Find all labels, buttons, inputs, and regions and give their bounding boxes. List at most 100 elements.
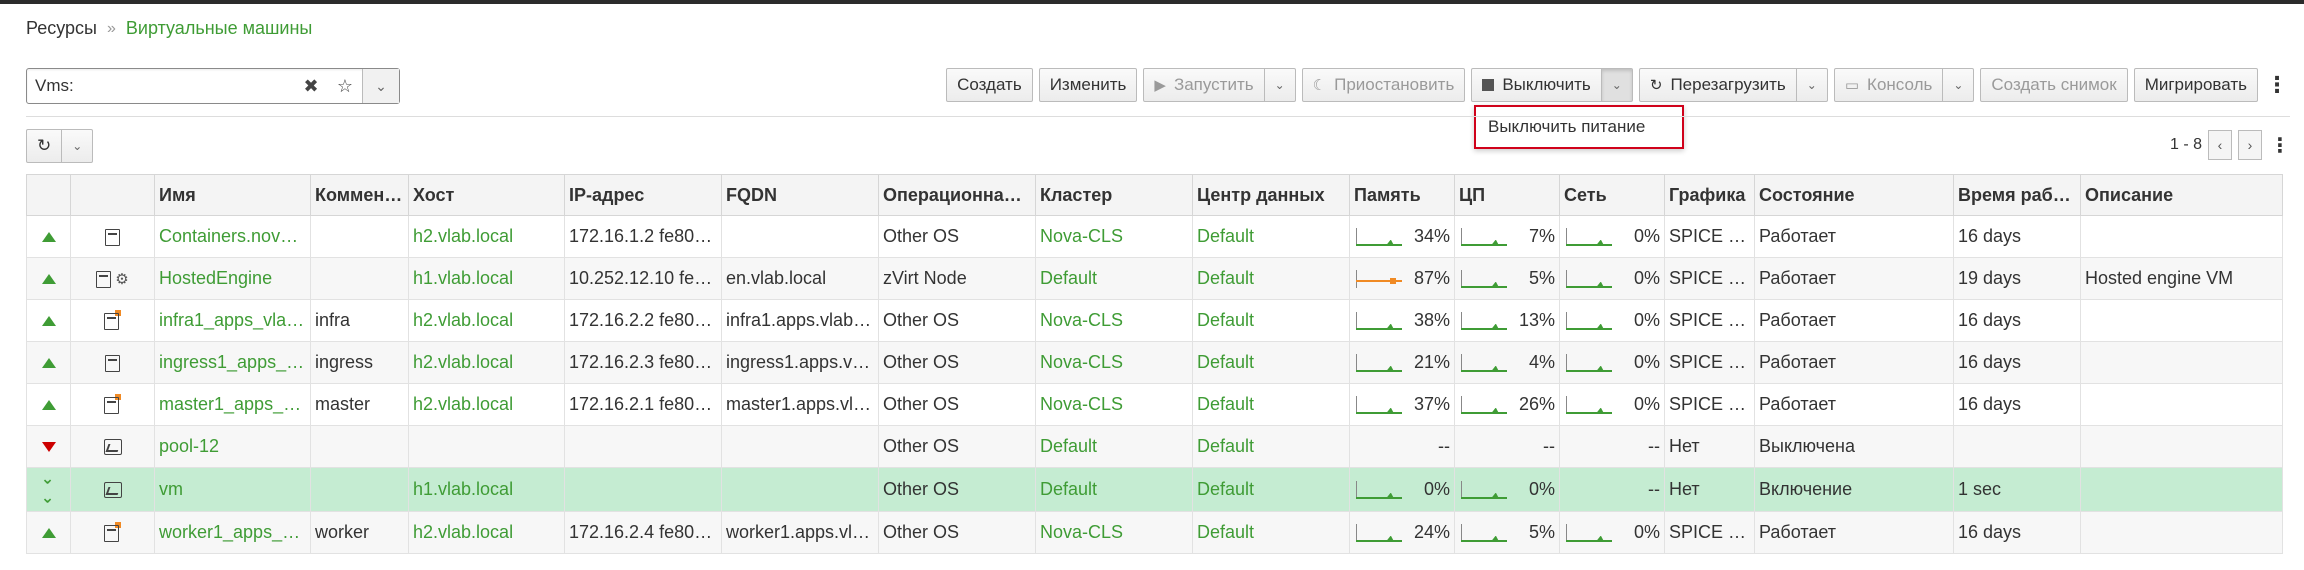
cluster-cell[interactable]: Nova-CLS [1035,511,1193,554]
table-row[interactable]: pool-12 Other OS Default Default -- -- -- Нет Вы… [26,425,2283,468]
cluster-cell[interactable]: Default [1035,425,1193,468]
reboot-button[interactable]: ↻ Перезагрузить [1638,68,1797,102]
table-options-icon[interactable]: ⋮ [2270,133,2290,158]
search-dropdown-button[interactable]: ⌄ [362,69,399,103]
cluster-cell[interactable]: Default [1035,257,1193,300]
column-header[interactable]: Описание [2080,174,2283,216]
table-row[interactable]: worker1_apps_vl… worker h2.vlab.local 172.1… [26,511,2283,554]
datacenter-cell[interactable]: Default [1192,383,1350,426]
table-row[interactable]: ingress1_apps_v… ingress h2.vlab.local 172.… [26,341,2283,384]
vm-name-cell[interactable]: pool-12 [154,425,311,468]
edit-button[interactable]: Изменить [1038,68,1138,102]
column-header[interactable]: ЦП [1454,174,1560,216]
host-link[interactable]: h1.vlab.local [413,268,513,288]
datacenter-link[interactable]: Default [1197,310,1254,330]
datacenter-cell[interactable]: Default [1192,299,1350,342]
cluster-link[interactable]: Nova-CLS [1040,226,1123,246]
vm-name-cell[interactable]: infra1_apps_vla… [154,299,311,342]
host-cell[interactable]: h1.vlab.local [408,467,565,512]
datacenter-link[interactable]: Default [1197,352,1254,372]
host-cell[interactable]: h2.vlab.local [408,215,565,258]
datacenter-cell[interactable]: Default [1192,511,1350,554]
cluster-cell[interactable]: Default [1035,467,1193,512]
vm-name-link[interactable]: ingress1_apps_v… [159,352,310,372]
create-button[interactable]: Создать [946,68,1033,102]
vm-name-cell[interactable]: HostedEngine [154,257,311,300]
shutdown-dropdown-button[interactable]: ⌄ [1601,68,1633,102]
vm-name-link[interactable]: vm [159,479,183,499]
next-page-button[interactable]: › [2238,130,2262,160]
host-cell[interactable]: h1.vlab.local [408,257,565,300]
datacenter-link[interactable]: Default [1197,522,1254,542]
datacenter-link[interactable]: Default [1197,436,1254,456]
shutdown-button[interactable]: Выключить [1471,68,1602,102]
datacenter-link[interactable]: Default [1197,479,1254,499]
cluster-link[interactable]: Nova-CLS [1040,352,1123,372]
suspend-button[interactable]: ☾ Приостановить [1301,68,1466,102]
column-header[interactable]: Состояние [1754,174,1954,216]
datacenter-cell[interactable]: Default [1192,467,1350,512]
create-snapshot-button[interactable]: Создать снимок [1980,68,2128,102]
column-header[interactable]: Сеть [1559,174,1665,216]
datacenter-cell[interactable]: Default [1192,257,1350,300]
cluster-cell[interactable]: Nova-CLS [1035,215,1193,258]
power-off-menu-item[interactable]: Выключить питание [1488,117,1645,137]
vm-name-link[interactable]: pool-12 [159,436,219,456]
refresh-dropdown-button[interactable]: ⌄ [62,129,94,163]
column-header[interactable]: Хост [408,174,565,216]
cluster-cell[interactable]: Nova-CLS [1035,383,1193,426]
column-header[interactable] [70,174,155,216]
host-cell[interactable]: h2.vlab.local [408,383,565,426]
vm-name-link[interactable]: Containers.nova… [159,226,308,246]
column-header[interactable]: IP-адрес [564,174,722,216]
host-link[interactable]: h2.vlab.local [413,226,513,246]
breadcrumb-current[interactable]: Виртуальные машины [126,18,312,39]
refresh-button[interactable]: ↻ [26,129,63,163]
vm-name-cell[interactable]: master1_apps_vl… [154,383,311,426]
cluster-link[interactable]: Default [1040,479,1097,499]
column-header[interactable]: Графика [1664,174,1755,216]
cluster-cell[interactable]: Nova-CLS [1035,341,1193,384]
column-header[interactable] [26,174,71,216]
column-header[interactable]: Коммен… [310,174,409,216]
migrate-button[interactable]: Мигрировать [2133,68,2258,102]
cluster-link[interactable]: Nova-CLS [1040,394,1123,414]
vm-name-link[interactable]: worker1_apps_vl… [159,522,310,542]
table-row[interactable]: infra1_apps_vla… infra h2.vlab.local 172.16… [26,299,2283,342]
breadcrumb-root[interactable]: Ресурсы [26,18,97,39]
host-link[interactable]: h2.vlab.local [413,310,513,330]
vm-name-cell[interactable]: worker1_apps_vl… [154,511,311,554]
vm-name-cell[interactable]: vm [154,467,311,512]
column-header[interactable]: Время рабо… [1953,174,2081,216]
datacenter-link[interactable]: Default [1197,226,1254,246]
table-row[interactable]: ⌃⌃ vm h1.vlab.local Other OS Default Default 0… [26,467,2283,512]
search-input[interactable] [27,69,294,103]
datacenter-cell[interactable]: Default [1192,341,1350,384]
prev-page-button[interactable]: ‹ [2208,130,2232,160]
more-actions-icon[interactable]: ⋮ [2264,72,2290,98]
column-header[interactable]: FQDN [721,174,879,216]
table-row[interactable]: ⚙ HostedEngine h1.vlab.local 10.252.12.10 f… [26,257,2283,300]
reboot-dropdown-button[interactable]: ⌄ [1796,68,1828,102]
host-link[interactable]: h2.vlab.local [413,352,513,372]
host-link[interactable]: h2.vlab.local [413,394,513,414]
cluster-link[interactable]: Default [1040,436,1097,456]
datacenter-link[interactable]: Default [1197,268,1254,288]
vm-name-cell[interactable]: ingress1_apps_v… [154,341,311,384]
run-dropdown-button[interactable]: ⌄ [1264,68,1296,102]
column-header[interactable]: Память [1349,174,1455,216]
column-header[interactable]: Центр данных [1192,174,1350,216]
table-row[interactable]: master1_apps_vl… master h2.vlab.local 172.1… [26,383,2283,426]
vm-name-link[interactable]: infra1_apps_vla… [159,310,304,330]
host-link[interactable]: h1.vlab.local [413,479,513,499]
column-header[interactable]: Кластер [1035,174,1193,216]
host-cell[interactable] [408,425,565,468]
console-dropdown-button[interactable]: ⌄ [1943,68,1975,102]
console-button[interactable]: ▭ Консоль [1833,68,1944,102]
host-cell[interactable]: h2.vlab.local [408,299,565,342]
cluster-link[interactable]: Nova-CLS [1040,310,1123,330]
cluster-link[interactable]: Default [1040,268,1097,288]
cluster-cell[interactable]: Nova-CLS [1035,299,1193,342]
vm-name-link[interactable]: HostedEngine [159,268,272,288]
column-header[interactable]: Операционная… [878,174,1036,216]
